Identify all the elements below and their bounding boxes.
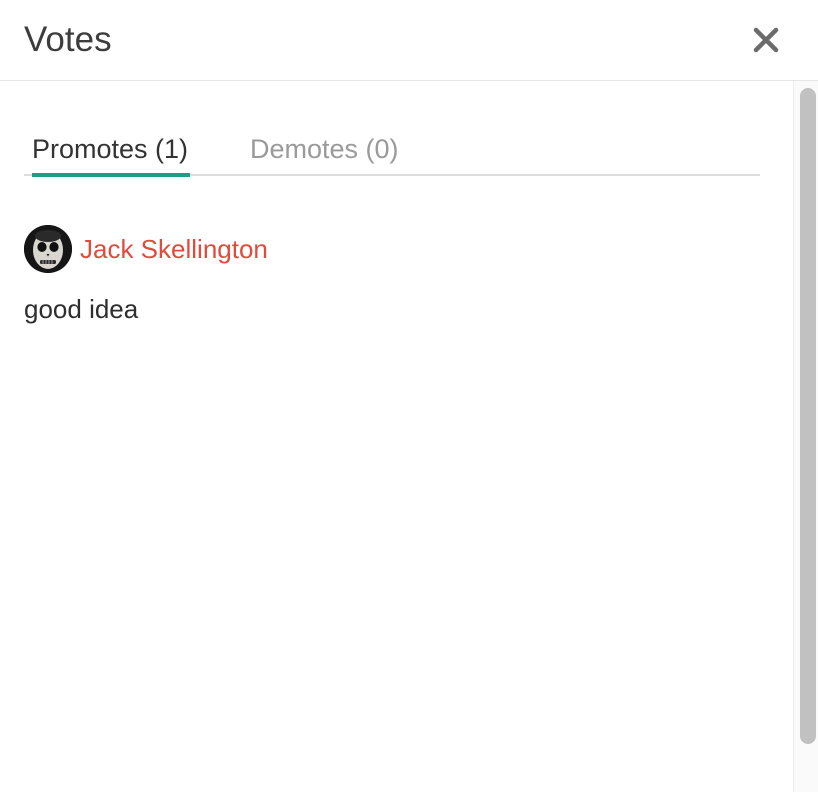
dialog-title: Votes: [24, 20, 112, 59]
close-icon: [753, 27, 779, 53]
active-tab-indicator: [32, 173, 190, 177]
votes-dialog: Votes Promotes (1) Demotes (0) Jack Skel…: [0, 0, 818, 792]
scrollbar-track[interactable]: [793, 81, 818, 792]
tab-demotes[interactable]: Demotes (0): [250, 129, 399, 169]
vote-comment: good idea: [24, 294, 139, 324]
tab-demotes-label: Demotes (0): [250, 134, 399, 164]
dialog-header: Votes: [0, 0, 818, 81]
skeleton-face-avatar-icon: [24, 225, 72, 273]
tab-promotes-label: Promotes (1): [32, 134, 189, 164]
voter-name-link[interactable]: Jack Skellington: [80, 229, 268, 269]
dialog-body: Promotes (1) Demotes (0) Jack Skellingto…: [0, 81, 792, 792]
avatar[interactable]: [24, 225, 72, 273]
vote-tabs: Promotes (1) Demotes (0): [24, 129, 760, 177]
scrollbar-thumb[interactable]: [800, 88, 816, 744]
close-button[interactable]: [748, 22, 784, 58]
tab-promotes[interactable]: Promotes (1): [32, 129, 190, 177]
